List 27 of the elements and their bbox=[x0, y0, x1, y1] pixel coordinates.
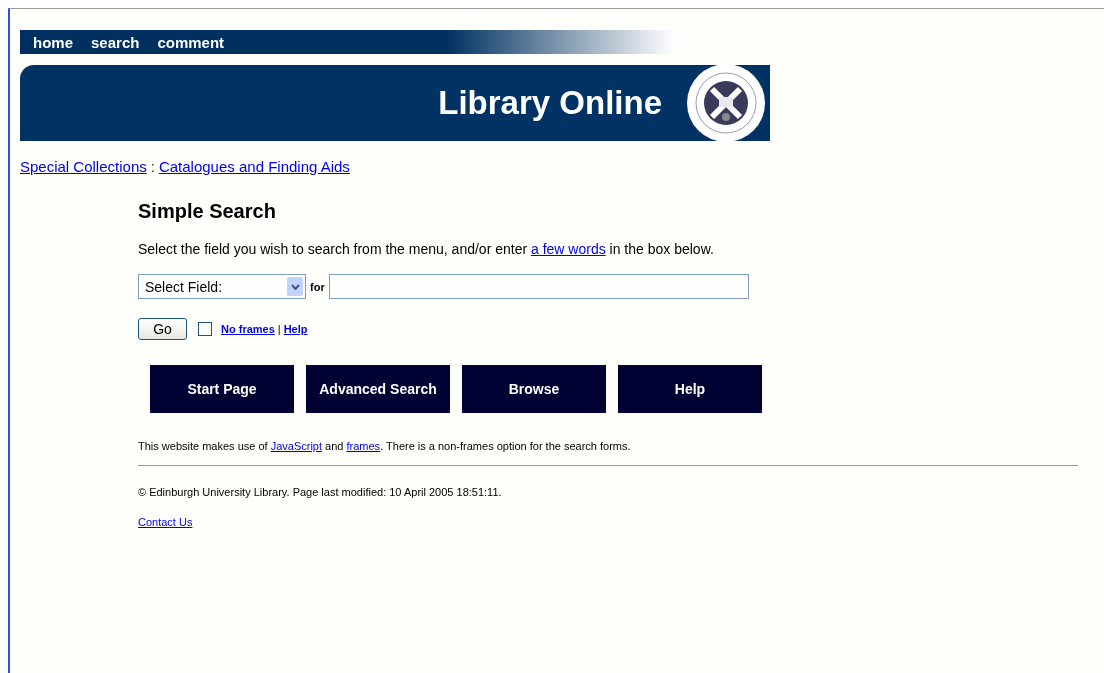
intro-text: Select the field you wish to search from the menu, and/or enter a few words in the box below. bbox=[138, 241, 715, 257]
no-frames-checkbox[interactable] bbox=[198, 322, 212, 336]
no-frames-link[interactable]: No frames bbox=[221, 323, 275, 335]
link-separator: | bbox=[277, 323, 281, 335]
crest-icon bbox=[686, 63, 766, 143]
go-button[interactable]: Go bbox=[138, 318, 187, 340]
breadcrumb-separator: : bbox=[150, 158, 155, 175]
search-input[interactable] bbox=[328, 274, 749, 299]
nav-button[interactable]: Browse bbox=[462, 365, 606, 413]
banner-title: Library Online bbox=[438, 84, 662, 122]
notice-text: This website makes use of JavaScript and frames. There is a non-frames option for the search forms. bbox=[138, 440, 632, 452]
nav-link[interactable]: comment bbox=[157, 33, 225, 51]
few-words-link[interactable]: a few words bbox=[531, 241, 606, 257]
breadcrumb-link[interactable]: Catalogues and Finding Aids bbox=[158, 158, 350, 175]
nav-button[interactable]: Help bbox=[618, 365, 762, 413]
contact-link[interactable]: Contact Us bbox=[138, 516, 193, 528]
field-select[interactable]: Select Field: bbox=[138, 274, 306, 299]
help-link[interactable]: Help bbox=[283, 323, 308, 335]
nav-button[interactable]: Advanced Search bbox=[306, 365, 450, 413]
for-label: for bbox=[310, 280, 325, 293]
nav-link[interactable]: search bbox=[91, 33, 140, 51]
nav-button[interactable]: Start Page bbox=[150, 365, 294, 413]
javascript-link[interactable]: JavaScript bbox=[270, 440, 323, 452]
page-heading: Simple Search bbox=[138, 200, 277, 223]
copyright-text: © Edinburgh University Library. Page last modified: 10 April 2005 18:51:11. bbox=[138, 486, 503, 498]
breadcrumb-link[interactable]: Special Collections bbox=[20, 158, 147, 175]
nav-link[interactable]: home bbox=[33, 33, 73, 51]
